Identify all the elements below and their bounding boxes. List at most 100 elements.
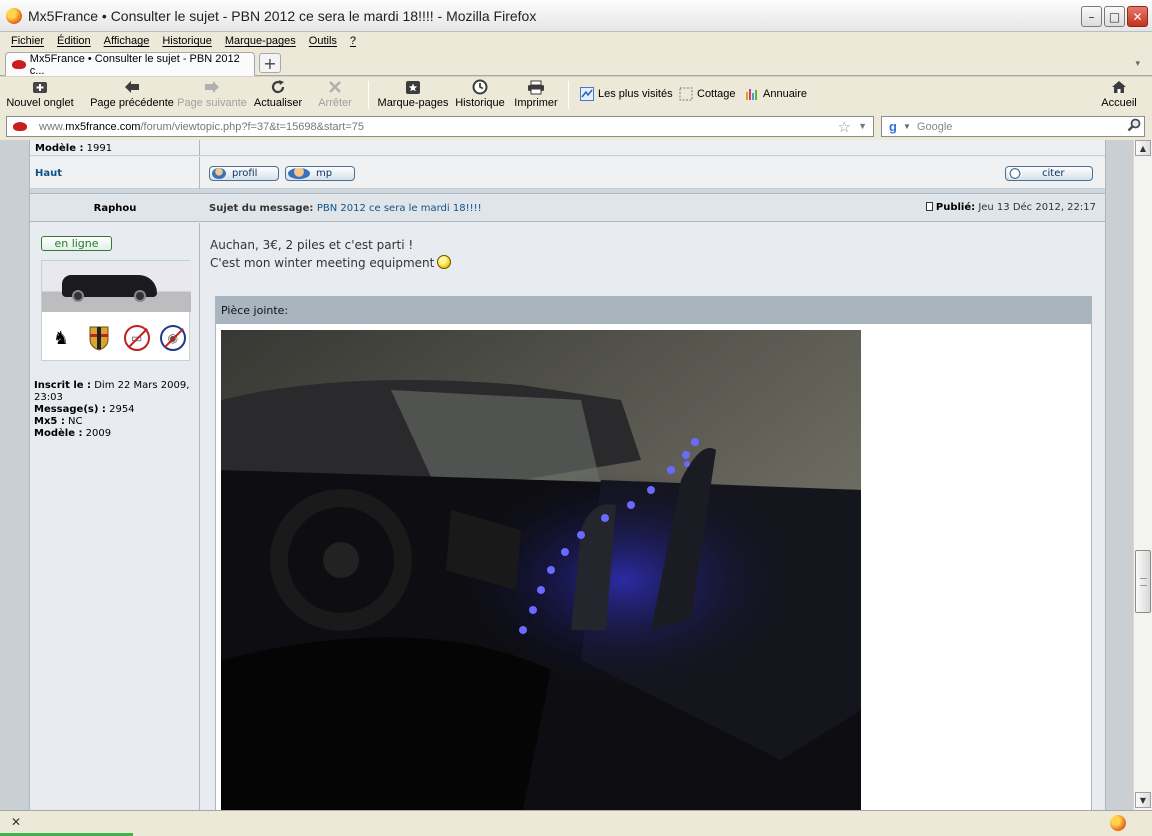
menu-history[interactable]: Historique (162, 35, 212, 47)
firefox-status-icon (1110, 815, 1126, 831)
avatar-car-wheel (72, 290, 84, 302)
scroll-up-button[interactable]: ▲ (1135, 140, 1151, 156)
directory-label: Annuaire (763, 88, 808, 100)
navigation-toolbar: Nouvel onglet Page précédente Page suiva… (0, 77, 1152, 113)
google-engine-icon[interactable]: g (885, 119, 901, 135)
scrollbar-grip (1140, 578, 1147, 586)
no-brand-icon: ◉ (159, 325, 186, 351)
stop-icon (328, 79, 342, 95)
attached-photo[interactable] (221, 330, 861, 810)
firefox-icon (6, 7, 22, 24)
profile-user-icon (212, 168, 226, 179)
maximize-button[interactable]: □ (1104, 6, 1125, 27)
attachment-header: Pièce jointe: (216, 297, 1091, 324)
vertical-scrollbar[interactable]: ▲ ▼ (1133, 140, 1152, 810)
bookmarks-button[interactable]: Marque-pages (378, 79, 448, 111)
subject-link[interactable]: PBN 2012 ce sera le mardi 18!!!! (317, 203, 482, 214)
menu-file[interactable]: Fichier (11, 35, 44, 47)
close-button[interactable]: ✕ (1127, 6, 1148, 27)
post-author[interactable]: Raphou (30, 203, 200, 214)
tab-active[interactable]: Mx5France • Consulter le sujet - PBN 201… (5, 52, 255, 77)
history-label: Historique (455, 97, 505, 109)
history-button[interactable]: Historique (454, 79, 506, 111)
most-visited-icon (580, 87, 594, 101)
bookmark-directory[interactable]: Annuaire (745, 87, 807, 101)
bookmark-cottage[interactable]: Cottage (679, 87, 736, 101)
cottage-label: Cottage (697, 88, 736, 100)
bookmark-most-visited[interactable]: Les plus visités (580, 87, 673, 101)
quote-button[interactable]: citer (1005, 166, 1093, 181)
previous-post-actions-left: Haut (30, 157, 200, 189)
url-history-dropdown-icon[interactable]: ▼ (858, 121, 867, 131)
avatar-badges: ♞ ▭ ◉ (42, 315, 191, 361)
back-to-top-link[interactable]: Haut (35, 168, 62, 179)
bookmarks-icon (405, 79, 421, 95)
posted-label: Publié: (935, 202, 976, 213)
menu-view[interactable]: Affichage (104, 35, 150, 47)
new-tab-toolbar-button[interactable]: Nouvel onglet (6, 79, 74, 111)
window-controls: – □ ✕ (1081, 6, 1148, 27)
cottage-page-icon (679, 87, 693, 101)
site-favicon-icon (12, 60, 26, 69)
no-sign-icon: ▭ (123, 325, 150, 351)
bookmarks-label: Marque-pages (377, 97, 449, 109)
scroll-down-button[interactable]: ▼ (1135, 792, 1151, 808)
reload-button[interactable]: Actualiser (254, 79, 302, 111)
tab-bar: Mx5France • Consulter le sujet - PBN 201… (0, 50, 1152, 77)
url-prefix: www. (39, 120, 66, 133)
toolbar-separator (568, 81, 569, 109)
post-header: Raphou Sujet du message: PBN 2012 ce ser… (30, 195, 1105, 222)
avatar-car-photo (42, 261, 191, 312)
close-findbar-icon[interactable]: ✕ (11, 815, 21, 829)
print-button[interactable]: Imprimer (514, 79, 558, 111)
subject-label: Sujet du message: (209, 203, 314, 214)
stop-button[interactable]: Arrêter (316, 79, 354, 111)
print-label: Imprimer (514, 97, 558, 109)
previous-model-value: 1991 (86, 143, 113, 154)
url-host: mx5france.com (65, 120, 141, 133)
search-placeholder: Google (916, 120, 953, 133)
avatar-car-wheel (134, 290, 146, 302)
home-label: Accueil (1101, 97, 1137, 109)
private-message-button[interactable]: mp (285, 166, 355, 181)
joined-label: Inscrit le : (34, 380, 92, 391)
joined-row: Inscrit le : Dim 22 Mars 2009, 23:03 (34, 380, 194, 404)
menu-edit[interactable]: Édition (57, 35, 91, 47)
scrollbar-thumb[interactable] (1135, 550, 1151, 613)
post-link-icon[interactable] (925, 202, 933, 211)
mx5-label: Mx5 : (34, 416, 65, 427)
author-details: Inscrit le : Dim 22 Mars 2009, 23:03 Mes… (34, 380, 194, 440)
post-message: Auchan, 3€, 2 piles et c'est parti ! C'e… (210, 236, 452, 272)
reload-icon (270, 79, 286, 95)
previous-model-label: Modèle : (35, 143, 84, 154)
tab-list-dropdown-icon[interactable]: ▾ (1135, 59, 1140, 69)
menu-help[interactable]: ? (350, 35, 356, 47)
profile-button[interactable]: profil (209, 166, 279, 181)
prancing-horse-icon: ♞ (53, 327, 70, 349)
message-line-1: Auchan, 3€, 2 piles et c'est parti ! (210, 238, 414, 252)
quote-button-label: citer (1042, 168, 1065, 179)
pm-button-label: mp (316, 168, 333, 179)
search-magnifier-icon[interactable] (1127, 118, 1141, 135)
engine-dropdown-icon[interactable]: ▼ (903, 122, 911, 131)
toolbar-separator (368, 81, 369, 109)
previous-model: Modèle : 1991 (35, 143, 112, 154)
history-clock-icon (472, 79, 488, 95)
back-button[interactable]: Page précédente (90, 79, 174, 111)
search-bar[interactable]: g ▼ Google (881, 116, 1145, 137)
post-separator (30, 189, 1105, 194)
stop-label: Arrêter (318, 97, 352, 109)
posted-date-value: Jeu 13 Déc 2012, 22:17 (978, 202, 1096, 213)
url-bar[interactable]: www. mx5france.com/forum/viewtopic.php?f=… (6, 116, 874, 137)
window-title: Mx5France • Consulter le sujet - PBN 201… (28, 7, 537, 24)
menu-tools[interactable]: Outils (309, 35, 337, 47)
minimize-button[interactable]: – (1081, 6, 1102, 27)
bookmark-star-icon[interactable]: ☆ (838, 118, 851, 136)
post-date: Publié: Jeu 13 Déc 2012, 22:17 (925, 202, 1096, 213)
menu-bookmarks[interactable]: Marque-pages (225, 35, 296, 47)
profile-button-label: profil (232, 168, 258, 179)
pm-users-icon (288, 168, 310, 179)
home-button[interactable]: Accueil (1098, 79, 1140, 111)
forward-button[interactable]: Page suivante (177, 79, 247, 111)
new-tab-button[interactable]: + (259, 53, 281, 73)
